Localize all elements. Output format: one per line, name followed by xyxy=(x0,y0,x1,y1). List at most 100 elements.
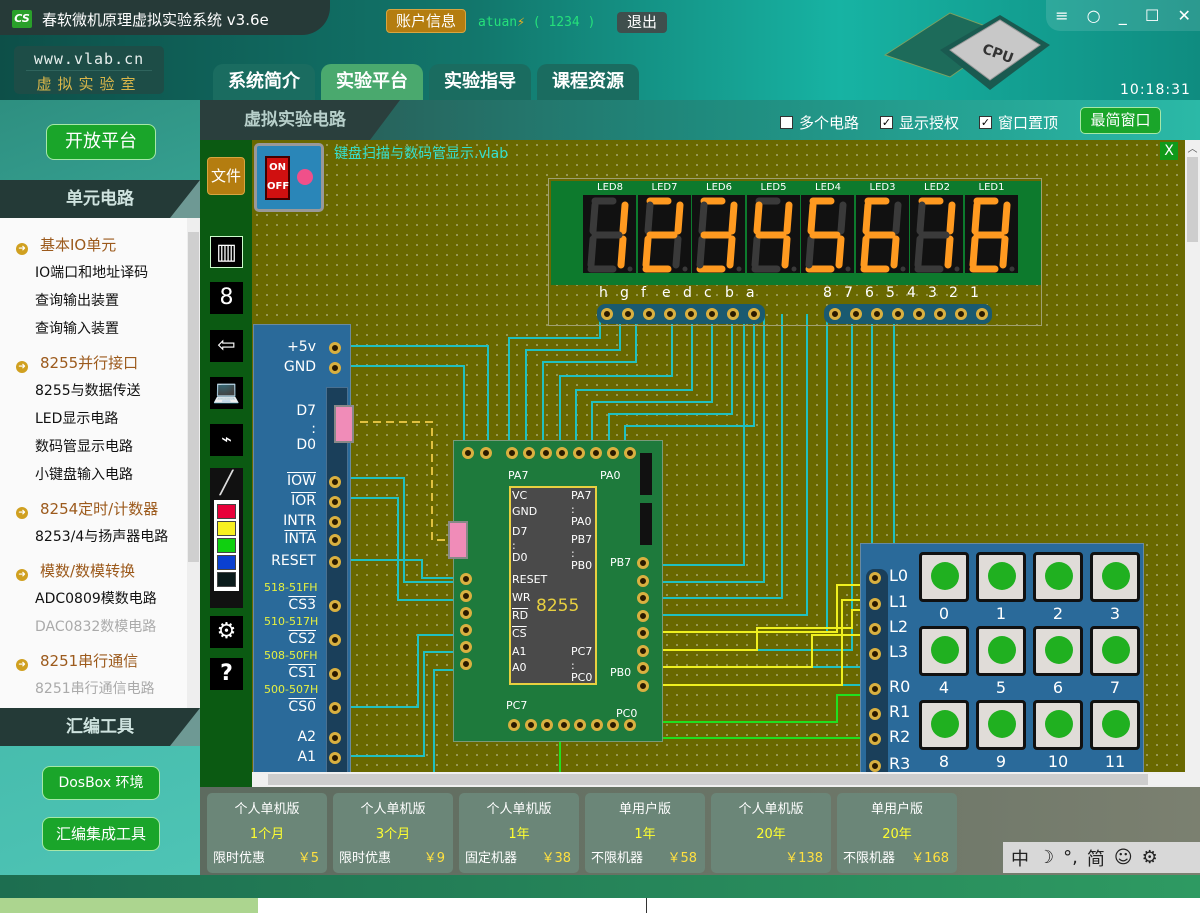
data-bus-connector[interactable] xyxy=(334,405,354,443)
key-button[interactable] xyxy=(919,700,969,750)
digit-pin[interactable] xyxy=(871,308,883,320)
pricing-card[interactable]: 个人单机版 20年 ￥138 xyxy=(711,793,831,873)
chip-right-pin[interactable] xyxy=(637,627,649,639)
bus-pin[interactable] xyxy=(329,534,341,546)
line-icon[interactable]: ╱ xyxy=(210,468,243,500)
segment-pin[interactable] xyxy=(643,308,655,320)
chip-top-pin[interactable] xyxy=(523,447,535,459)
circle-icon[interactable]: ○ xyxy=(1087,6,1101,25)
pricing-card[interactable]: 个人单机版 1年 固定机器 ￥38 xyxy=(459,793,579,873)
bus-pin[interactable] xyxy=(329,476,341,488)
chip-bottom-pin[interactable] xyxy=(607,719,619,731)
chip-right-pin[interactable] xyxy=(637,592,649,604)
list-item[interactable]: 查询输出装置 xyxy=(35,290,119,310)
always-on-top-checkbox[interactable]: ✓ 窗口置顶 xyxy=(979,112,1058,133)
key-button[interactable] xyxy=(976,700,1026,750)
chip-top-pin[interactable] xyxy=(624,447,636,459)
list-group-4[interactable]: ➜ 8251串行通信 xyxy=(16,650,138,671)
input-icon[interactable]: ⇦ xyxy=(210,330,243,362)
bus-pin[interactable] xyxy=(329,516,341,528)
gear-icon[interactable]: ⚙ xyxy=(210,616,243,648)
chip-bottom-pin[interactable] xyxy=(590,719,603,731)
segment-pin[interactable] xyxy=(601,308,613,320)
list-group-3[interactable]: ➜ 模数/数模转换 xyxy=(16,560,135,581)
scrollbar-thumb[interactable] xyxy=(1187,157,1198,242)
chip-top-pin[interactable] xyxy=(540,447,552,459)
bus-pin[interactable] xyxy=(329,556,341,568)
key-button[interactable] xyxy=(1033,626,1083,676)
vertical-scrollbar[interactable]: ︿ xyxy=(1185,140,1200,772)
chip-right-pin[interactable] xyxy=(637,609,649,622)
key-button[interactable] xyxy=(1033,552,1083,602)
key-button[interactable] xyxy=(1090,552,1140,602)
chip-left-pin[interactable] xyxy=(460,573,472,585)
close-icon[interactable]: ✕ xyxy=(1177,6,1190,25)
list-item[interactable]: 8251串行通信电路 xyxy=(35,678,155,698)
bus-pin[interactable] xyxy=(329,668,341,680)
account-info-button[interactable]: 账户信息 xyxy=(386,9,466,33)
list-group-2[interactable]: ➜ 8254定时/计数器 xyxy=(16,498,158,519)
chip-top-pin[interactable] xyxy=(506,447,518,459)
ime-item[interactable]: °, xyxy=(1063,847,1078,868)
taskbar-item[interactable] xyxy=(0,898,258,913)
list-item[interactable]: DAC0832数模电路 xyxy=(35,616,156,636)
file-button[interactable]: 文件 xyxy=(207,157,245,195)
list-item[interactable]: IO端口和地址译码 xyxy=(35,262,148,282)
bus-pin[interactable] xyxy=(329,342,341,354)
scrollbar-thumb[interactable] xyxy=(268,774,1148,785)
list-item[interactable]: 8255与数据传送 xyxy=(35,380,141,400)
ime-item[interactable]: ⚙ xyxy=(1142,847,1158,868)
chip-right-pin[interactable] xyxy=(637,662,649,674)
checkbox-box[interactable] xyxy=(780,116,793,129)
chip-left-pin[interactable] xyxy=(460,607,472,619)
digit-pin[interactable] xyxy=(955,308,967,320)
multi-circuit-checkbox[interactable]: 多个电路 xyxy=(780,112,859,133)
chip-icon[interactable]: ▥ xyxy=(210,236,243,268)
keypad-pin[interactable] xyxy=(869,708,881,720)
maximize-icon[interactable]: ☐ xyxy=(1145,6,1159,25)
chip-bottom-pin[interactable] xyxy=(541,719,553,731)
chip-left-pin[interactable] xyxy=(460,590,472,602)
color-yellow[interactable] xyxy=(217,521,236,536)
bus-pin[interactable] xyxy=(329,702,341,714)
port-b-header[interactable] xyxy=(640,503,652,545)
bus-pin[interactable] xyxy=(329,362,341,374)
key-button[interactable] xyxy=(1090,626,1140,676)
keypad-pin[interactable] xyxy=(869,598,881,610)
digit-pin[interactable] xyxy=(829,308,841,320)
ime-item[interactable]: ☽ xyxy=(1038,847,1054,868)
scroll-up-icon[interactable]: ︿ xyxy=(1185,140,1200,155)
key-button[interactable] xyxy=(976,626,1026,676)
ime-item[interactable]: ☺ xyxy=(1114,847,1133,868)
logout-button[interactable]: 退出 xyxy=(617,12,667,33)
color-red[interactable] xyxy=(217,504,236,519)
chip-bottom-pin[interactable] xyxy=(574,719,586,731)
seven-segment-icon[interactable]: 8 xyxy=(210,282,243,314)
list-item[interactable]: ADC0809模数电路 xyxy=(35,588,157,608)
chip-bottom-pin[interactable] xyxy=(557,719,570,731)
digit-pin[interactable] xyxy=(913,308,925,320)
key-button[interactable] xyxy=(976,552,1026,602)
pricing-card[interactable]: 个人单机版 3个月 限时优惠 ￥9 xyxy=(333,793,453,873)
minimize-icon[interactable]: _ xyxy=(1119,6,1127,25)
keypad-pin[interactable] xyxy=(869,648,881,660)
keypad-pin[interactable] xyxy=(869,683,881,695)
color-green[interactable] xyxy=(217,538,236,553)
dosbox-button[interactable]: DosBox 环境 xyxy=(42,766,160,800)
list-scrollbar[interactable] xyxy=(187,218,200,708)
chip-left-pin[interactable] xyxy=(460,641,472,653)
tab-platform[interactable]: 实验平台 xyxy=(321,64,423,100)
chip-top-pin[interactable] xyxy=(590,447,602,459)
bus-pin[interactable] xyxy=(329,496,341,508)
chip-right-pin[interactable] xyxy=(637,574,649,587)
keypad-pin[interactable] xyxy=(869,623,881,635)
menu-icon[interactable]: ≡ xyxy=(1055,6,1068,25)
key-button[interactable] xyxy=(1090,700,1140,750)
chip-top-pin[interactable] xyxy=(573,447,585,459)
chip-top-pin[interactable] xyxy=(607,447,619,459)
chip-right-pin[interactable] xyxy=(637,557,649,569)
circuit-canvas[interactable]: ON OFF 键盘扫描与数码管显示.vlab X +5v GND D7: D0 IOW IO… xyxy=(252,140,1185,772)
pricing-card[interactable]: 单用户版 1年 不限机器 ￥58 xyxy=(585,793,705,873)
list-group-0[interactable]: ➜ 基本IO单元 xyxy=(16,234,116,255)
ime-item[interactable]: 中 xyxy=(1011,845,1029,871)
